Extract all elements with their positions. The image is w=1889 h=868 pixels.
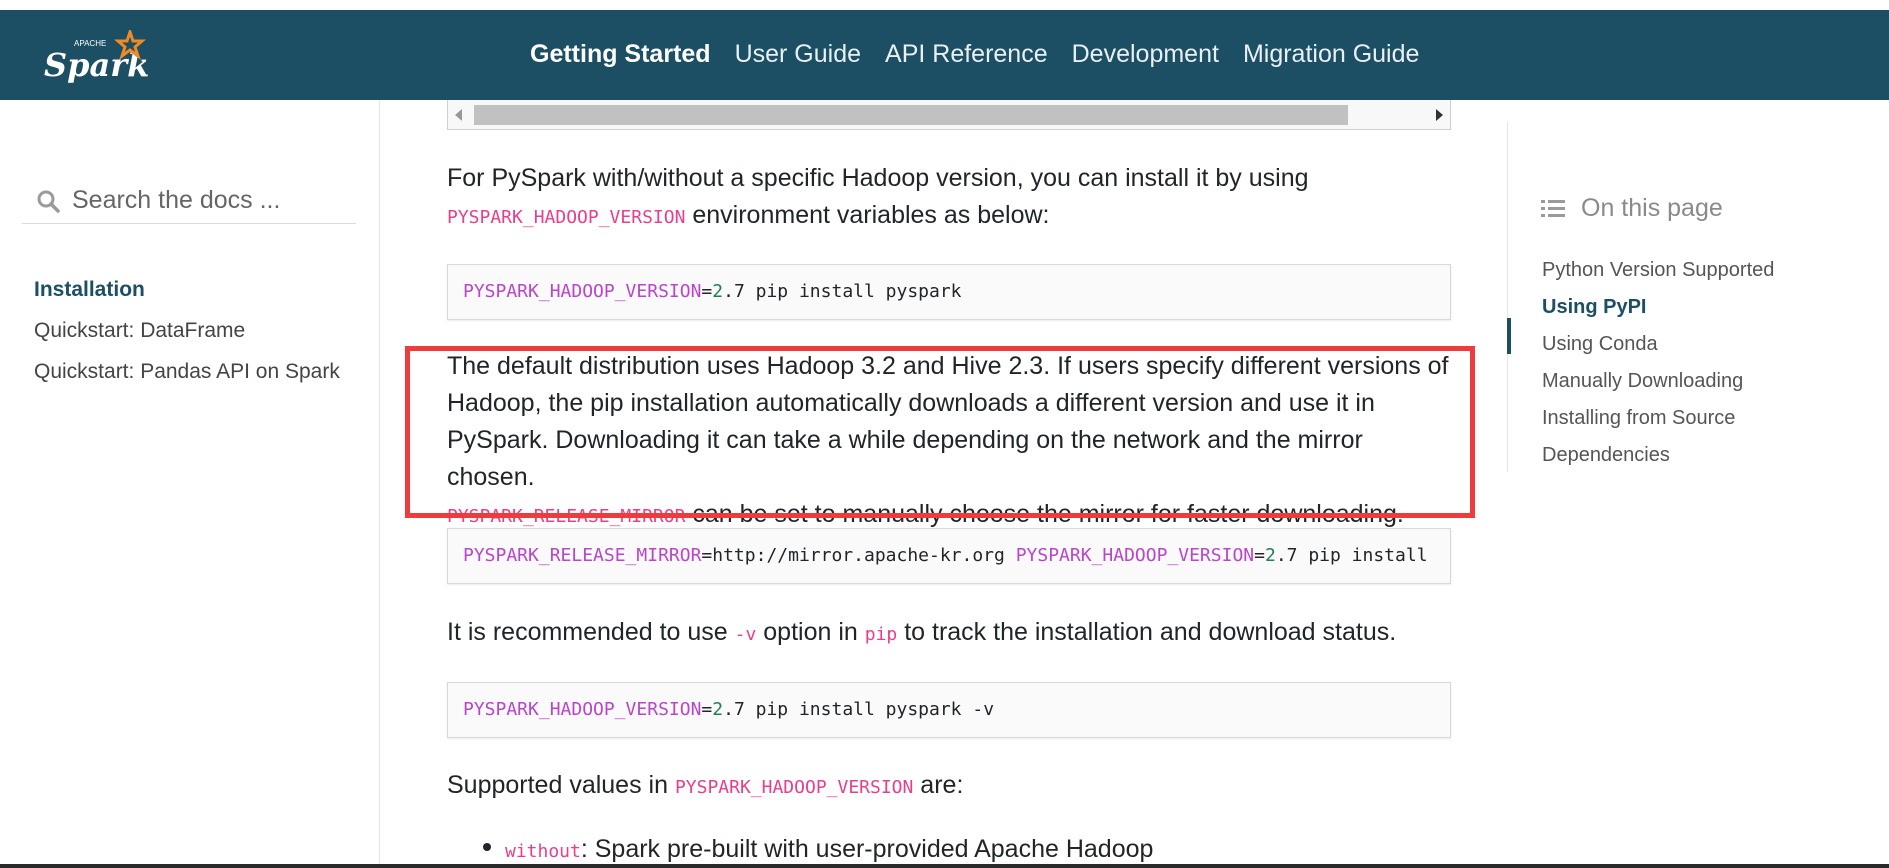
- code-variable: PYSPARK_HADOOP_VERSION: [463, 281, 702, 302]
- sidebar-item-installation[interactable]: Installation: [34, 278, 340, 302]
- search-input[interactable]: [72, 186, 342, 215]
- main-nav: Getting Started User Guide API Reference…: [530, 40, 1443, 69]
- nav-getting-started[interactable]: Getting Started: [530, 40, 711, 69]
- code-number: 2: [1264, 545, 1276, 566]
- code-command: .7 pip install pyspark: [723, 281, 962, 302]
- code-operator: =: [1254, 545, 1265, 566]
- code-block-verbose[interactable]: PYSPARK_HADOOP_VERSION=2.7 pip install p…: [447, 682, 1451, 738]
- inline-code: pip: [864, 624, 898, 645]
- toc-item-dependencies[interactable]: Dependencies: [1542, 439, 1802, 471]
- code-number: 2: [712, 699, 724, 720]
- toc-item-installing-from-source[interactable]: Installing from Source: [1542, 402, 1802, 434]
- top-navbar: APACHE Spark Getting Started User Guide …: [0, 10, 1889, 100]
- code-variable: PYSPARK_HADOOP_VERSION: [1015, 545, 1255, 566]
- paragraph-line: PySpark. Downloading it can take a while…: [447, 426, 1363, 491]
- nav-api-reference[interactable]: API Reference: [885, 40, 1048, 69]
- paragraph-default-distribution: The default distribution uses Hadoop 3.2…: [447, 348, 1451, 535]
- paragraph-line: The default distribution uses Hadoop 3.2…: [447, 352, 1449, 380]
- inline-code: PYSPARK_HADOOP_VERSION: [447, 207, 686, 228]
- search-box: [22, 178, 356, 224]
- list-item-text: : Spark pre-built with user-provided Apa…: [580, 835, 1154, 863]
- bottom-strip: [0, 864, 1889, 868]
- toc-item-using-conda[interactable]: Using Conda: [1542, 328, 1802, 360]
- search-icon: [37, 190, 60, 213]
- paragraph-supported-values: Supported values in PYSPARK_HADOOP_VERSI…: [447, 767, 1451, 806]
- toc-active-indicator: [1507, 318, 1511, 354]
- paragraph-line: Hadoop, the pip installation automatical…: [447, 389, 1375, 417]
- paragraph-verbose-option: It is recommended to use -v option in pi…: [447, 614, 1451, 653]
- right-sidebar-toc: On this page Python Version Supported Us…: [1507, 122, 1889, 472]
- toc-header: On this page: [1541, 194, 1723, 223]
- paragraph-text: are:: [913, 771, 964, 799]
- code-operator: =: [701, 699, 713, 720]
- paragraph-text: option in: [756, 618, 865, 646]
- left-sidebar: Installation Quickstart: DataFrame Quick…: [0, 100, 380, 868]
- code-command: .7 pip install pyspark -v: [723, 699, 995, 720]
- nav-migration-guide[interactable]: Migration Guide: [1243, 40, 1419, 69]
- paragraph-text: Supported values in: [447, 771, 675, 799]
- paragraph-text: For PySpark with/without a specific Hado…: [447, 164, 1309, 192]
- inline-code: without: [505, 841, 581, 862]
- code-operator: =: [701, 281, 713, 302]
- bullet-dot: [483, 843, 491, 852]
- code-block-mirror[interactable]: PYSPARK_RELEASE_MIRROR=http://mirror.apa…: [447, 528, 1451, 584]
- nav-user-guide[interactable]: User Guide: [735, 40, 861, 69]
- paragraph-hadoop-version: For PySpark with/without a specific Hado…: [447, 160, 1451, 236]
- spark-logo[interactable]: APACHE Spark: [44, 30, 154, 90]
- sidebar-nav: Installation Quickstart: DataFrame Quick…: [34, 278, 340, 401]
- paragraph-text: can be set to manually choose the mirror…: [685, 500, 1404, 528]
- code-horizontal-scrollbar[interactable]: [447, 100, 1451, 130]
- paragraph-text: to track the installation and download s…: [897, 618, 1397, 646]
- inline-code: PYSPARK_HADOOP_VERSION: [674, 777, 914, 798]
- list-item: without: Spark pre-built with user-provi…: [483, 831, 1153, 868]
- code-command: .7 pip install: [1275, 545, 1428, 566]
- code-block-install[interactable]: PYSPARK_HADOOP_VERSION=2.7 pip install p…: [447, 264, 1451, 320]
- toc-item-using-pypi[interactable]: Using PyPI: [1542, 291, 1802, 323]
- scrollbar-thumb[interactable]: [474, 105, 1348, 125]
- nav-development[interactable]: Development: [1072, 40, 1219, 69]
- toc-item-python-version[interactable]: Python Version Supported: [1542, 254, 1802, 286]
- paragraph-text: It is recommended to use: [447, 618, 735, 646]
- code-number: 2: [712, 281, 724, 302]
- main-content: For PySpark with/without a specific Hado…: [447, 100, 1451, 868]
- code-variable: PYSPARK_RELEASE_MIRROR: [463, 545, 702, 566]
- inline-code: PYSPARK_RELEASE_MIRROR: [447, 506, 686, 527]
- inline-code: -v: [734, 624, 757, 645]
- paragraph-text: environment variables as below:: [685, 201, 1050, 229]
- code-url: =http://mirror.apache-kr.org: [701, 545, 1016, 566]
- top-strip: [0, 0, 1889, 10]
- sidebar-item-quickstart-dataframe[interactable]: Quickstart: DataFrame: [34, 319, 340, 343]
- code-variable: PYSPARK_HADOOP_VERSION: [463, 699, 702, 720]
- toc-item-manually-downloading[interactable]: Manually Downloading: [1542, 365, 1802, 397]
- scroll-left-icon[interactable]: [455, 109, 462, 121]
- toc-list: Python Version Supported Using PyPI Usin…: [1542, 254, 1802, 476]
- sidebar-item-quickstart-pandas[interactable]: Quickstart: Pandas API on Spark: [34, 360, 340, 384]
- scroll-right-icon[interactable]: [1436, 109, 1443, 121]
- list-icon: [1541, 199, 1565, 217]
- toc-title: On this page: [1581, 194, 1723, 222]
